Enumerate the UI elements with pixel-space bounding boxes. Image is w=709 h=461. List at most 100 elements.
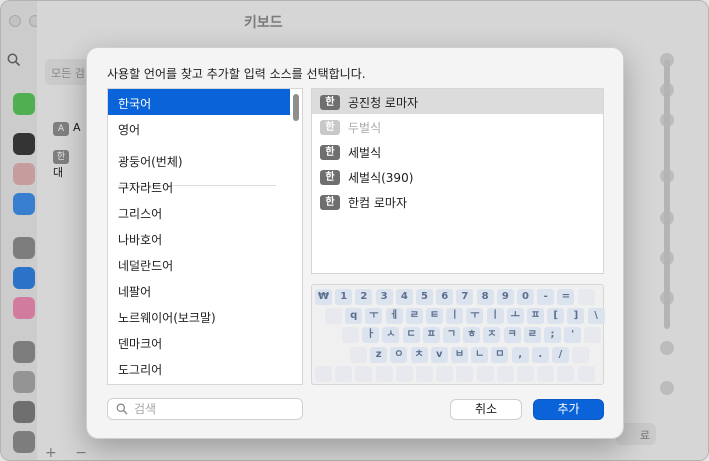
keyboard-key <box>577 365 595 382</box>
keyboard-key <box>350 346 367 363</box>
keyboard-key <box>342 327 359 344</box>
add-button[interactable]: 추가 <box>533 399 604 420</box>
keyboard-key <box>375 365 393 382</box>
language-item[interactable]: 네덜란드어 <box>108 251 290 277</box>
search-icon <box>116 403 128 415</box>
keyboard-key: . <box>531 346 549 363</box>
language-item[interactable]: 나바호어 <box>108 225 290 251</box>
language-item[interactable]: 네팔어 <box>108 277 290 303</box>
keyboard-key: ㄱ <box>443 327 460 344</box>
input-source-item[interactable]: 한 한컴 로마자 <box>312 189 603 214</box>
keyboard-key: , <box>511 346 529 363</box>
keyboard-key: ㄹ <box>405 308 423 325</box>
keyboard-key <box>436 365 454 382</box>
keyboard-key: 7 <box>456 289 474 305</box>
keyboard-key <box>517 365 534 382</box>
keyboard-key: 9 <box>496 289 514 305</box>
input-source-label: 세벌식 <box>348 146 382 160</box>
keyboard-key: 6 <box>436 289 454 305</box>
keyboard-key: ㅏ <box>362 327 380 344</box>
keyboard-key <box>496 365 514 382</box>
keyboard-key: 0 <box>517 289 534 305</box>
input-source-list[interactable]: 한 공진청 로마자 한 두벌식 한 세벌식 한 세벌식(390) 한 한컴 로마자 <box>311 88 604 274</box>
keyboard-key: = <box>557 289 575 305</box>
keyboard-key: ㅍ <box>422 327 440 344</box>
keyboard-key: ₩ <box>315 289 332 305</box>
keyboard-key <box>395 365 413 382</box>
keyboard-key <box>456 365 474 382</box>
keyboard-key: ㅣ <box>486 308 504 325</box>
input-source-label: 한컴 로마자 <box>348 196 408 210</box>
keyboard-key: ] <box>567 308 585 325</box>
keyboard-key: 1 <box>335 289 353 305</box>
keyboard-key <box>476 365 494 382</box>
language-item[interactable]: 그리스어 <box>108 199 290 225</box>
keyboard-key: ㅋ <box>503 327 521 344</box>
input-source-item[interactable]: 한 세벌식 <box>312 139 603 164</box>
hangul-badge-icon: 한 <box>320 170 340 185</box>
keyboard-key: ㅍ <box>527 308 544 325</box>
keyboard-key: ㅇ <box>390 346 408 363</box>
keyboard-key: ㄴ <box>471 346 489 363</box>
keyboard-key: ㅂ <box>451 346 468 363</box>
keyboard-key: ' <box>564 327 582 344</box>
add-input-source-sheet: 사용할 언어를 찾고 추가할 입력 소스를 선택합니다. 한국어 영어광둥어(번체… <box>86 47 624 439</box>
keyboard-key: 3 <box>375 289 393 305</box>
input-source-item[interactable]: 한 세벌식(390) <box>312 164 603 189</box>
keyboard-key: ㅣ <box>446 308 464 325</box>
keyboard-key: 5 <box>416 289 433 305</box>
keyboard-key: ㄹ <box>523 327 541 344</box>
keyboard-key: ; <box>544 327 561 344</box>
search-input[interactable] <box>134 402 294 416</box>
keyboard-key <box>315 365 332 382</box>
keyboard-key <box>416 365 433 382</box>
keyboard-key: [ <box>547 308 565 325</box>
language-item[interactable]: 구자라트어 <box>108 173 290 199</box>
hangul-badge-icon: 한 <box>320 145 340 160</box>
keyboard-key <box>537 365 555 382</box>
language-search-field[interactable] <box>107 398 303 420</box>
keyboard-key <box>572 346 590 363</box>
input-source-label: 세벌식(390) <box>348 171 414 185</box>
input-source-item[interactable]: 한 공진청 로마자 <box>312 89 603 114</box>
hangul-badge-icon: 한 <box>320 95 340 110</box>
keyboard-key: ㄷ <box>402 327 420 344</box>
keyboard-key: v <box>430 346 448 363</box>
language-list[interactable]: 한국어 영어광둥어(번체) 구자라트어 그리스어 나바호어 네덜란드어 네팔어 노르웨이어(보… <box>107 88 303 385</box>
keyboard-key: ㅎ <box>463 327 481 344</box>
input-source-label: 공진청 로마자 <box>348 96 419 110</box>
hangul-badge-icon: 한 <box>320 120 340 135</box>
keyboard-key: ㅌ <box>426 308 443 325</box>
keyboard-key <box>557 365 575 382</box>
sheet-prompt: 사용할 언어를 찾고 추가할 입력 소스를 선택합니다. <box>107 67 366 81</box>
keyboard-key <box>335 365 353 382</box>
keyboard-key: ㅊ <box>410 346 428 363</box>
language-list-scrollbar[interactable] <box>293 94 299 121</box>
keyboard-key: 8 <box>476 289 494 305</box>
language-item[interactable]: 영어 <box>108 115 290 141</box>
keyboard-key: 4 <box>395 289 413 305</box>
keyboard-key: ㅜ <box>466 308 484 325</box>
keyboard-key: ㅁ <box>491 346 509 363</box>
keyboard-key <box>355 365 373 382</box>
input-source-label: 두벌식 <box>348 121 382 135</box>
cancel-button[interactable]: 취소 <box>450 399 522 420</box>
hangul-badge-icon: 한 <box>320 195 340 210</box>
keyboard-layout-preview: ₩1 2 3 4 5 6 7 8 9 0- = q ㅜㅔㄹㅌㅣㅜㅣㅗㅍ[] \ ㅏㅅㄷㅍㄱㅎㅈㅋㄹ; ' z ㅇㅊ… <box>311 284 605 385</box>
keyboard-key: 2 <box>355 289 373 305</box>
language-item[interactable]: 노르웨이어(보크말) <box>108 303 290 329</box>
keyboard-key: / <box>552 346 569 363</box>
language-item[interactable]: 덴마크어 <box>108 329 290 355</box>
keyboard-key: ㅜ <box>365 308 383 325</box>
language-item[interactable]: 도그리어 <box>108 355 290 381</box>
keyboard-key <box>577 289 595 305</box>
keyboard-key: z <box>370 346 388 363</box>
keyboard-key: - <box>537 289 555 305</box>
keyboard-key: \ <box>587 308 605 325</box>
language-item[interactable]: 한국어 <box>108 89 290 115</box>
keyboard-key: ㅗ <box>506 308 524 325</box>
language-item[interactable]: 광둥어(번체) <box>108 147 290 173</box>
keyboard-key: ㅔ <box>385 308 403 325</box>
input-source-item[interactable]: 한 두벌식 <box>312 114 603 139</box>
keyboard-key <box>325 308 342 325</box>
